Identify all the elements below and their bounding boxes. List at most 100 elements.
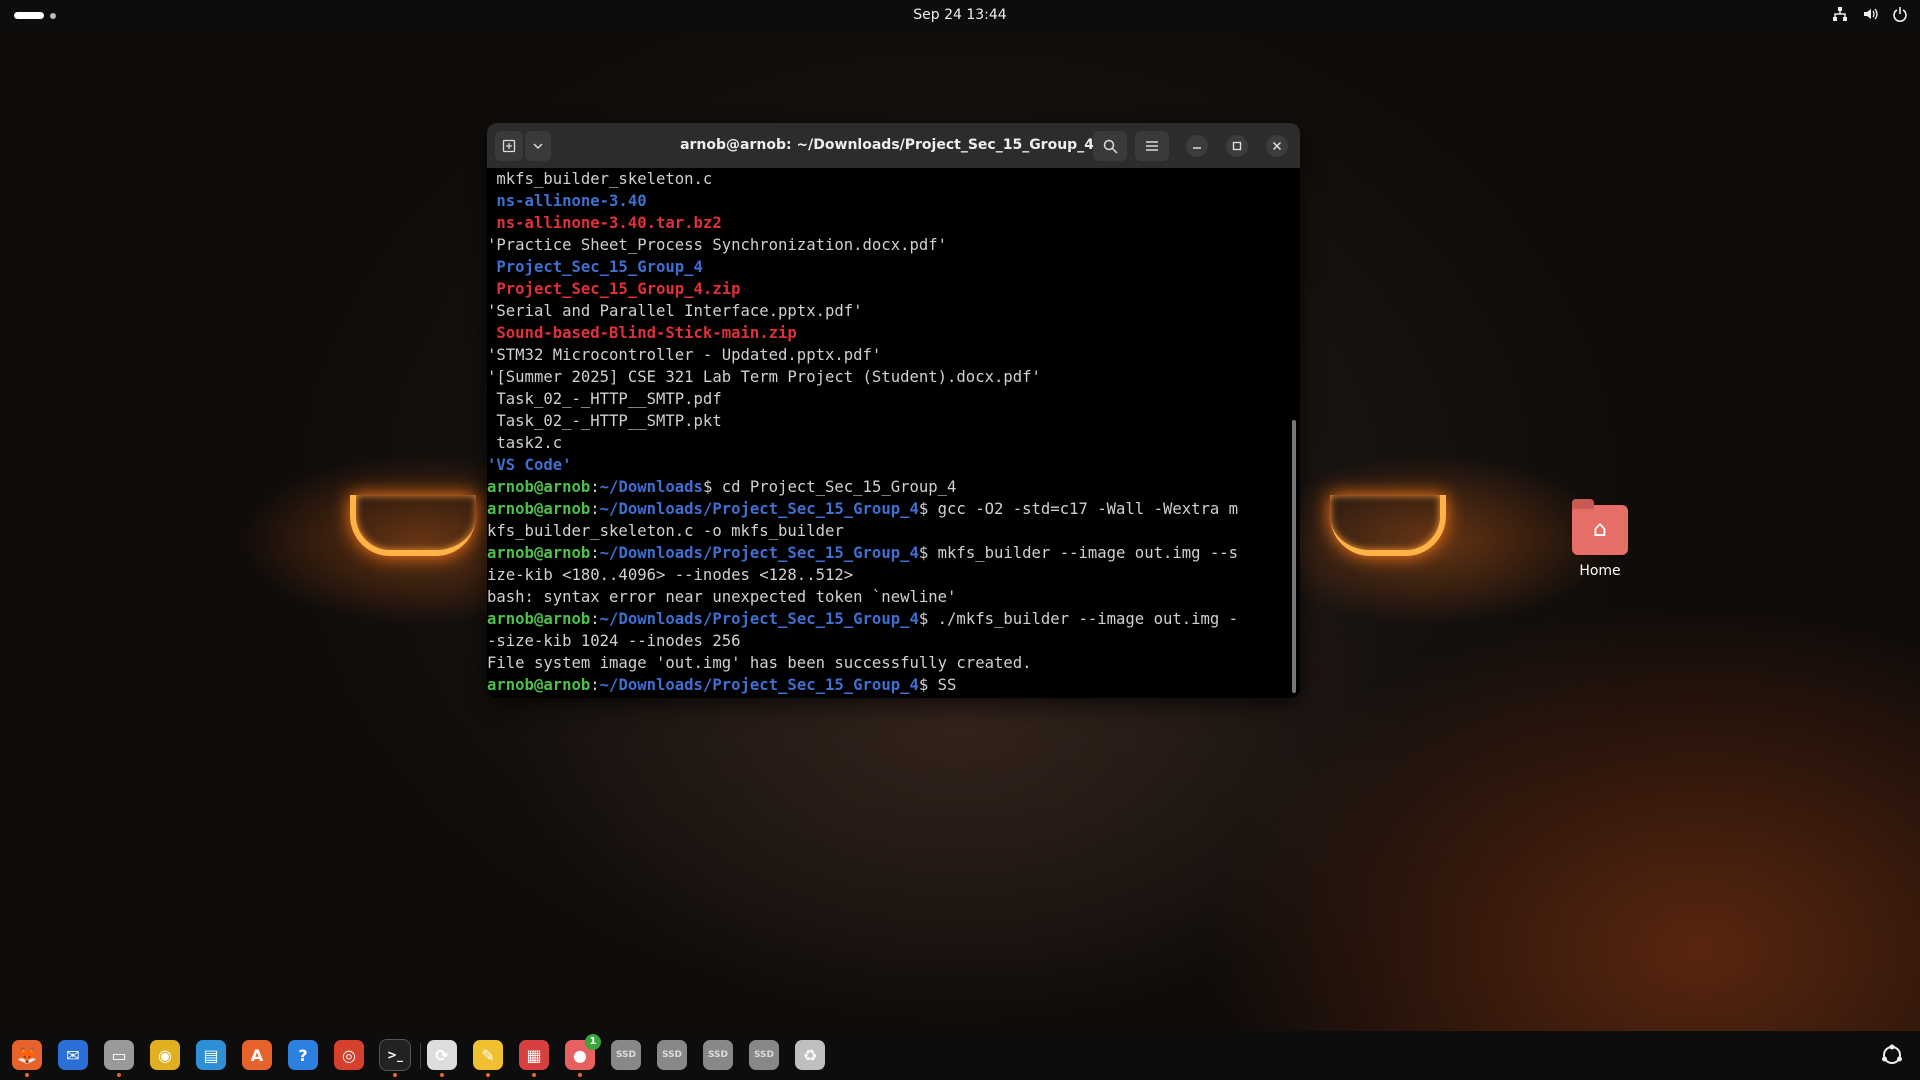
terminal-line: ns-allinone-3.40.tar.bz2 (487, 212, 1287, 234)
terminal-scrollbar[interactable] (1292, 420, 1296, 693)
chevron-down-icon (533, 143, 543, 150)
terminal-line: bash: syntax error near unexpected token… (487, 586, 1287, 608)
running-indicator (532, 1073, 536, 1077)
chrome-icon[interactable]: ◎ (334, 1040, 364, 1070)
menu-button[interactable] (1135, 131, 1169, 161)
running-indicator (440, 1073, 444, 1077)
terminal-text: kfs_builder_skeleton.c -o mkfs_builder (487, 522, 844, 540)
running-indicator (117, 1073, 121, 1077)
power-icon[interactable] (1892, 6, 1908, 26)
minimize-button[interactable] (1186, 135, 1208, 157)
terminal-line: -size-kib 1024 --inodes 256 (487, 630, 1287, 652)
terminal-line: arnob@arnob:~/Downloads/Project_Sec_15_G… (487, 608, 1287, 630)
terminal-text: bash: syntax error near unexpected token… (487, 588, 957, 606)
show-apps-icon (1882, 1044, 1902, 1064)
terminal-text: : (590, 676, 600, 694)
prompt-path: ~/Downloads/Project_Sec_15_Group_4 (599, 544, 919, 562)
running-indicator (486, 1073, 490, 1077)
terminal-line: 'Serial and Parallel Interface.pptx.pdf' (487, 300, 1287, 322)
hamburger-menu-icon (1146, 141, 1158, 151)
clock[interactable]: Sep 24 13:44 (0, 0, 1920, 32)
terminal-line: arnob@arnob:~/Downloads$ cd Project_Sec_… (487, 476, 1287, 498)
terminal-line: Task_02_-_HTTP__SMTP.pkt (487, 410, 1287, 432)
notification-badge: 1 (585, 1034, 601, 1050)
terminal-line: Sound-based-Blind-Stick-main.zip (487, 322, 1287, 344)
text-editor-icon[interactable]: ✎ (473, 1040, 503, 1077)
terminal-line: ize-kib <180..4096> --inodes <128..512> (487, 564, 1287, 586)
terminal-text: ns-allinone-3.40 (487, 192, 647, 210)
new-tab-button[interactable] (495, 131, 523, 161)
system-tray[interactable] (1832, 0, 1908, 32)
help-icon[interactable]: ? (288, 1040, 318, 1070)
terminal-text: : (590, 478, 600, 496)
terminal-line: Task_02_-_HTTP__SMTP.pdf (487, 388, 1287, 410)
terminal-text: ize-kib <180..4096> --inodes <128..512> (487, 566, 854, 584)
firefox-icon[interactable]: 🦊 (12, 1040, 42, 1077)
running-indicator (393, 1073, 397, 1077)
terminal-text: -size-kib 1024 --inodes 256 (487, 632, 741, 650)
terminal-line: 'VS Code' (487, 454, 1287, 476)
close-icon (1272, 141, 1282, 151)
dock: 🦊 ✉ ▭ ◉ ▤ A? ◎ >_ ⟳ ✎ ▦ ● 1 SSD SSD SSD SSD ♻ (0, 1031, 1920, 1080)
top-bar: Sep 24 13:44 (0, 0, 1920, 32)
terminal-text: 'STM32 Microcontroller - Updated.pptx.pd… (487, 346, 882, 364)
desktop-home-folder[interactable]: ⌂ Home (1560, 499, 1640, 579)
thunderbird-icon[interactable]: ✉ (58, 1040, 88, 1070)
software-updater-icon[interactable]: ⟳ (427, 1040, 457, 1077)
terminal-line: 'STM32 Microcontroller - Updated.pptx.pd… (487, 344, 1287, 366)
terminal-text: $ SS (918, 676, 957, 694)
terminal-line: Project_Sec_15_Group_4.zip (487, 278, 1287, 300)
terminal-line: kfs_builder_skeleton.c -o mkfs_builder (487, 520, 1287, 542)
ssd-drive-2-icon[interactable]: SSD (657, 1040, 687, 1070)
files-icon[interactable]: ▭ (104, 1040, 134, 1077)
terminal-window[interactable]: arnob@arnob: ~/Downloads/Project_Sec_15_… (487, 123, 1300, 698)
terminal-output[interactable]: mkfs_builder_skeleton.c ns-allinone-3.40… (487, 168, 1287, 698)
ssd-drive-4-icon[interactable]: SSD (749, 1040, 779, 1070)
prompt-user: arnob@arnob (487, 500, 591, 518)
volume-icon[interactable] (1862, 6, 1878, 26)
terminal-text: Task_02_-_HTTP__SMTP.pdf (487, 390, 722, 408)
ssd-drive-3-icon[interactable]: SSD (703, 1040, 733, 1070)
network-icon[interactable] (1832, 6, 1848, 26)
terminal-text: 'Practice Sheet_Process Synchronization.… (487, 236, 948, 254)
prompt-path: ~/Downloads (599, 478, 703, 496)
terminal-line: task2.c (487, 432, 1287, 454)
terminal-text: : (590, 544, 600, 562)
search-button[interactable] (1093, 131, 1127, 161)
show-apps-button[interactable] (1880, 1043, 1904, 1067)
prompt-path: ~/Downloads/Project_Sec_15_Group_4 (599, 500, 919, 518)
terminal-icon[interactable]: >_ (379, 1039, 411, 1077)
terminal-line: arnob@arnob:~/Downloads/Project_Sec_15_G… (487, 674, 1287, 696)
minimize-icon (1193, 147, 1201, 149)
dock-separator (420, 1043, 421, 1069)
terminal-text: Sound-based-Blind-Stick-main.zip (487, 324, 797, 342)
terminal-line: '[Summer 2025] CSE 321 Lab Term Project … (487, 366, 1287, 388)
prompt-user: arnob@arnob (487, 610, 591, 628)
new-tab-icon (502, 139, 516, 153)
maximize-button[interactable] (1226, 135, 1248, 157)
wallpaper-left-headlight (350, 495, 476, 556)
terminal-text: Project_Sec_15_Group_4.zip (487, 280, 741, 298)
terminal-text: ns-allinone-3.40.tar.bz2 (487, 214, 722, 232)
prompt-path: ~/Downloads/Project_Sec_15_Group_4 (599, 610, 919, 628)
terminal-text: $ gcc -O2 -std=c17 -Wall -Wextra m (918, 500, 1239, 518)
terminal-text: File system image 'out.img' has been suc… (487, 654, 1032, 672)
terminal-text: $ cd Project_Sec_15_Group_4 (702, 478, 957, 496)
app-center-icon[interactable]: A (242, 1040, 272, 1070)
close-button[interactable] (1266, 135, 1288, 157)
tab-menu-button[interactable] (525, 131, 551, 161)
app-badge-icon[interactable]: ● 1 (565, 1034, 601, 1077)
writer-icon[interactable]: ▤ (196, 1040, 226, 1070)
terminal-text: mkfs_builder_skeleton.c (487, 170, 713, 188)
terminal-text: $ ./mkfs_builder --image out.img - (918, 610, 1239, 628)
terminal-titlebar[interactable]: arnob@arnob: ~/Downloads/Project_Sec_15_… (487, 123, 1300, 168)
pdf-viewer-icon[interactable]: ▦ (519, 1040, 549, 1077)
ssd-drive-1-icon[interactable]: SSD (611, 1040, 641, 1070)
terminal-text: 'VS Code' (487, 456, 572, 474)
rhythmbox-icon[interactable]: ◉ (150, 1040, 180, 1070)
terminal-line: 'Practice Sheet_Process Synchronization.… (487, 234, 1287, 256)
terminal-text: '[Summer 2025] CSE 321 Lab Term Project … (487, 368, 1041, 386)
terminal-line: mkfs_builder_skeleton.c (487, 168, 1287, 190)
terminal-line: arnob@arnob:~/Downloads/Project_Sec_15_G… (487, 542, 1287, 564)
trash-icon[interactable]: ♻ (795, 1040, 825, 1070)
